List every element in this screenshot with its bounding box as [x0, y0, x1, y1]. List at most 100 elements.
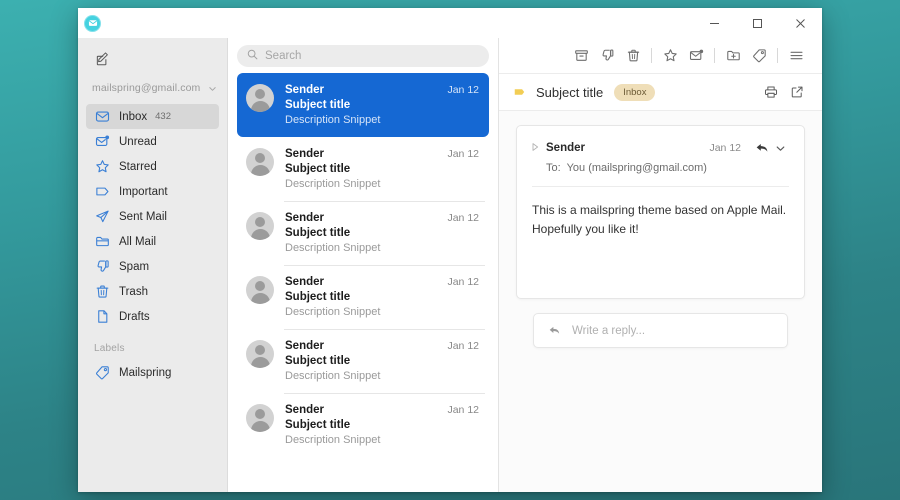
window-body: mailspring@gmail.com Inbox 432 Unread St… [78, 38, 822, 492]
avatar [246, 276, 274, 304]
labels-section-header: Labels [94, 343, 125, 354]
sidebar-item-sent-mail[interactable]: Sent Mail [86, 204, 219, 229]
sidebar-item-mailspring-label[interactable]: Mailspring [86, 360, 219, 385]
unread-icon [94, 133, 111, 150]
collapse-triangle-icon[interactable] [532, 143, 539, 151]
star-icon[interactable] [657, 43, 683, 69]
window-controls [693, 8, 822, 38]
message-list-pane: Sender Jan 12 Subject title Description … [228, 38, 499, 492]
reading-toolbar [499, 38, 822, 73]
message-date: Jan 12 [447, 148, 479, 160]
move-to-folder-icon[interactable] [720, 43, 746, 69]
sidebar-nav: Inbox 432 Unread Starred Important Sent … [78, 104, 227, 329]
sidebar-item-starred[interactable]: Starred [86, 154, 219, 179]
message-date: Jan 12 [447, 404, 479, 416]
message-body: This is a mailspring theme based on Appl… [532, 201, 789, 240]
mark-unread-icon[interactable] [683, 43, 709, 69]
trash-icon[interactable] [620, 43, 646, 69]
message-snippet: Description Snippet [285, 434, 381, 446]
message-sender: Sender [285, 212, 324, 224]
message-date: Jan 12 [447, 212, 479, 224]
message-list-item[interactable]: Sender Jan 12 Subject title Description … [237, 393, 489, 457]
mailspring-envelope-icon [84, 14, 101, 32]
toolbar-divider [651, 48, 652, 63]
message-subject: Subject title [285, 99, 351, 111]
sidebar-item-label: Starred [119, 160, 157, 173]
avatar [246, 404, 274, 432]
thumbs-down-icon[interactable] [594, 43, 620, 69]
status-badge: Inbox [614, 83, 656, 101]
avatar [246, 84, 274, 112]
inbox-icon [94, 108, 111, 125]
chevron-down-icon[interactable] [771, 139, 789, 157]
avatar [246, 148, 274, 176]
message-list-item[interactable]: Sender Jan 12 Subject title Description … [237, 201, 489, 265]
message-recipient: To: You (mailspring@gmail.com) [546, 162, 789, 174]
sidebar-item-label: Trash [119, 285, 148, 298]
subject-title: Subject title [536, 84, 604, 100]
compose-pencil-icon[interactable] [92, 49, 112, 69]
archive-icon[interactable] [568, 43, 594, 69]
message-card-header: Sender Jan 12 To: You (mailspring@gmail.… [532, 139, 789, 174]
search-icon [247, 47, 258, 65]
maximize-icon[interactable] [736, 8, 779, 38]
sidebar-item-label: Unread [119, 135, 157, 148]
account-email: mailspring@gmail.com [92, 82, 201, 94]
message-subject: Subject title [285, 163, 351, 175]
message-subject: Subject title [285, 419, 351, 431]
subject-header: Subject title Inbox [499, 73, 822, 111]
star-icon [94, 158, 111, 175]
sidebar-item-unread[interactable]: Unread [86, 129, 219, 154]
reply-arrow-icon[interactable] [753, 139, 771, 157]
search-input[interactable] [265, 49, 479, 62]
folder-icon [94, 233, 111, 250]
toolbar-divider [714, 48, 715, 63]
message-snippet: Description Snippet [285, 178, 381, 190]
message-date: Jan 12 [709, 142, 741, 154]
message-snippet: Description Snippet [285, 306, 381, 318]
message-list-item[interactable]: Sender Jan 12 Subject title Description … [237, 329, 489, 393]
message-subject: Subject title [285, 291, 351, 303]
message-to-value: You (mailspring@gmail.com) [566, 162, 707, 174]
compose-row [78, 42, 227, 76]
message-list-item[interactable]: Sender Jan 12 Subject title Description … [237, 265, 489, 329]
sidebar-item-spam[interactable]: Spam [86, 254, 219, 279]
minimize-icon[interactable] [693, 8, 736, 38]
reply-bar[interactable]: Write a reply... [533, 313, 788, 348]
message-snippet: Description Snippet [285, 370, 381, 382]
tag-icon[interactable] [746, 43, 772, 69]
avatar [246, 212, 274, 240]
open-external-icon[interactable] [784, 79, 810, 105]
sidebar-item-label: Mailspring [119, 366, 172, 379]
sidebar-item-drafts[interactable]: Drafts [86, 304, 219, 329]
close-icon[interactable] [779, 8, 822, 38]
chevron-down-icon [208, 84, 217, 93]
sidebar-item-important[interactable]: Important [86, 179, 219, 204]
sidebar-item-trash[interactable]: Trash [86, 279, 219, 304]
message-list[interactable]: Sender Jan 12 Subject title Description … [228, 73, 498, 492]
sidebar-item-all-mail[interactable]: All Mail [86, 229, 219, 254]
account-selector[interactable]: mailspring@gmail.com [78, 76, 227, 100]
message-to-label: To: [546, 162, 561, 174]
important-icon [94, 183, 111, 200]
message-list-item[interactable]: Sender Jan 12 Subject title Description … [237, 137, 489, 201]
sidebar-item-label: Important [119, 185, 168, 198]
search-box[interactable] [237, 44, 489, 67]
trash-icon [94, 283, 111, 300]
reply-arrow-icon [548, 324, 561, 337]
message-list-item[interactable]: Sender Jan 12 Subject title Description … [237, 73, 489, 137]
hamburger-menu-icon[interactable] [783, 43, 809, 69]
message-divider [532, 186, 789, 187]
mailspring-window: mailspring@gmail.com Inbox 432 Unread St… [78, 8, 822, 492]
sidebar: mailspring@gmail.com Inbox 432 Unread St… [78, 38, 228, 492]
print-icon[interactable] [758, 79, 784, 105]
sidebar-item-label: Spam [119, 260, 150, 273]
thumbs-down-icon [94, 258, 111, 275]
message-snippet: Description Snippet [285, 114, 381, 126]
message-from: Sender [546, 142, 585, 154]
draft-file-icon [94, 308, 111, 325]
message-date: Jan 12 [447, 84, 479, 96]
sidebar-item-inbox[interactable]: Inbox 432 [86, 104, 219, 129]
message-subject: Subject title [285, 227, 351, 239]
message-card: Sender Jan 12 To: You (mailspring@gmail.… [516, 125, 805, 299]
